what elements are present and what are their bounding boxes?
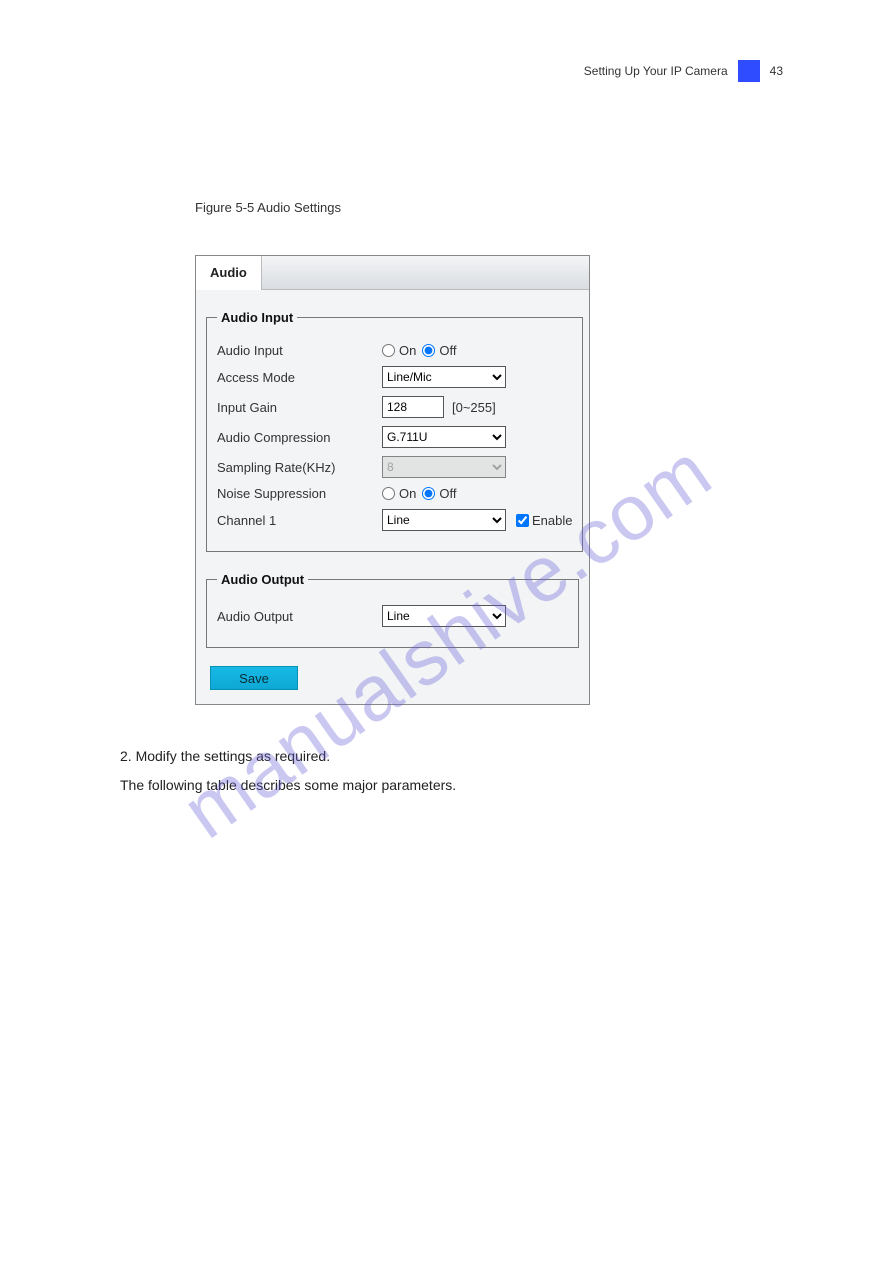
row-audio-input: Audio Input On Off xyxy=(217,343,572,358)
audio-input-on[interactable]: On xyxy=(382,343,416,358)
audio-input-label: Audio Input xyxy=(217,343,382,358)
enable-text: Enable xyxy=(532,513,572,528)
channel1-label: Channel 1 xyxy=(217,513,382,528)
body-text: 2. Modify the settings as required. The … xyxy=(120,740,730,802)
row-input-gain: Input Gain [0~255] xyxy=(217,396,572,418)
page-header: Setting Up Your IP Camera 43 xyxy=(584,60,783,82)
desc-line: The following table describes some major… xyxy=(120,773,730,798)
header-square-icon xyxy=(738,60,760,82)
radio-noise-off[interactable] xyxy=(422,487,435,500)
page-number: 43 xyxy=(770,64,783,78)
tab-bar: Audio xyxy=(196,256,589,290)
off-text: Off xyxy=(439,343,456,358)
noise-off-text: Off xyxy=(439,486,456,501)
audio-output-group: Audio Output Audio Output Line xyxy=(206,572,579,648)
noise-on-text: On xyxy=(399,486,416,501)
audio-output-legend: Audio Output xyxy=(217,572,308,587)
row-compression: Audio Compression G.711U xyxy=(217,426,572,448)
header-text: Setting Up Your IP Camera xyxy=(584,64,728,78)
audio-input-legend: Audio Input xyxy=(217,310,297,325)
noise-on[interactable]: On xyxy=(382,486,416,501)
audio-panel: Audio Audio Input Audio Input On Off Acc… xyxy=(195,255,590,705)
sampling-select: 8 xyxy=(382,456,506,478)
audio-input-group: Audio Input Audio Input On Off Access Mo… xyxy=(206,310,583,552)
audio-output-label: Audio Output xyxy=(217,609,382,624)
noise-off[interactable]: Off xyxy=(422,486,456,501)
channel1-enable[interactable]: Enable xyxy=(516,513,572,528)
access-mode-label: Access Mode xyxy=(217,370,382,385)
audio-output-select[interactable]: Line xyxy=(382,605,506,627)
row-audio-output: Audio Output Line xyxy=(217,605,568,627)
row-noise: Noise Suppression On Off xyxy=(217,486,572,501)
channel1-enable-checkbox[interactable] xyxy=(516,514,529,527)
step-line: 2. Modify the settings as required. xyxy=(120,744,730,769)
input-gain-label: Input Gain xyxy=(217,400,382,415)
tab-audio[interactable]: Audio xyxy=(196,256,262,290)
on-text: On xyxy=(399,343,416,358)
radio-noise-on[interactable] xyxy=(382,487,395,500)
row-channel1: Channel 1 Line Enable xyxy=(217,509,572,531)
input-gain-field[interactable] xyxy=(382,396,444,418)
noise-label: Noise Suppression xyxy=(217,486,382,501)
channel1-select[interactable]: Line xyxy=(382,509,506,531)
compression-select[interactable]: G.711U xyxy=(382,426,506,448)
figure-caption: Figure 5-5 Audio Settings xyxy=(195,200,341,215)
access-mode-select[interactable]: Line/Mic xyxy=(382,366,506,388)
sampling-label: Sampling Rate(KHz) xyxy=(217,460,382,475)
radio-audio-input-off[interactable] xyxy=(422,344,435,357)
save-button[interactable]: Save xyxy=(210,666,298,690)
row-sampling: Sampling Rate(KHz) 8 xyxy=(217,456,572,478)
input-gain-range: [0~255] xyxy=(452,400,496,415)
row-access-mode: Access Mode Line/Mic xyxy=(217,366,572,388)
compression-label: Audio Compression xyxy=(217,430,382,445)
radio-audio-input-on[interactable] xyxy=(382,344,395,357)
audio-input-off[interactable]: Off xyxy=(422,343,456,358)
